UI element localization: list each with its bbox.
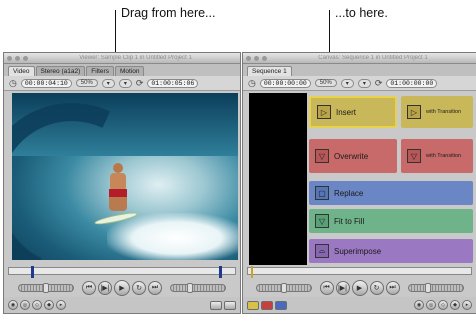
- superimpose-icon: ⌓: [315, 244, 329, 258]
- fit-to-fill-label: Fit to Fill: [334, 216, 365, 226]
- fit-to-fill-overlay[interactable]: ▽ Fit to Fill: [309, 209, 473, 233]
- prev-edit-button[interactable]: ⏮: [82, 281, 96, 295]
- clock-icon: ◷: [9, 77, 17, 88]
- wave-foam: [107, 213, 238, 260]
- viewer-title: Viewer: Sample Clip 1 in Untitled Projec…: [79, 55, 192, 61]
- tab-stereo[interactable]: Stereo (a1a2): [35, 66, 86, 76]
- viewer-controls: ◷ 00:00:04:10 50% ▾ ▾ ⟳ 01:00:05:06: [4, 76, 240, 91]
- canvas-shuttle-control[interactable]: [255, 283, 312, 293]
- superimpose-overlay[interactable]: ⌓ Superimpose: [309, 239, 473, 263]
- clock-icon: ◷: [248, 77, 256, 88]
- mark-clip-button[interactable]: ◎: [20, 300, 30, 310]
- overwrite-with-transition-overlay[interactable]: ▽ with Transition: [401, 139, 473, 173]
- insert-icon: ▷: [317, 105, 331, 119]
- zoom-dot-icon[interactable]: [262, 55, 267, 61]
- viewer-tabs: Video Stereo (a1a2) Filters Motion: [4, 64, 240, 76]
- next-edit-button[interactable]: ⏭: [385, 281, 400, 295]
- zoom-dot-icon[interactable]: [23, 55, 28, 61]
- canvas-duration-timecode[interactable]: 00:00:00:00: [259, 78, 311, 88]
- match-frame-button[interactable]: ◉: [8, 300, 18, 310]
- add-marker-button[interactable]: ◆: [450, 300, 460, 310]
- viewer-current-timecode[interactable]: 01:00:05:06: [147, 78, 199, 88]
- minimize-dot-icon[interactable]: [15, 55, 20, 61]
- overwrite-overlay[interactable]: ▽ Overwrite: [309, 139, 397, 173]
- viewer-scrubber-bar[interactable]: [8, 266, 236, 278]
- viewer-window: Viewer: Sample Clip 1 in Untitled Projec…: [3, 52, 241, 314]
- canvas-edit-buttons: ◉ ◎ ◇ ◆ ▸: [243, 297, 476, 313]
- canvas-controls: ◷ 00:00:00:00 50% ▾ ▾ ⟳ 01:00:00:00: [243, 76, 476, 91]
- add-keyframe-button[interactable]: ◇: [32, 300, 42, 310]
- play-button[interactable]: ▶: [114, 280, 130, 296]
- insert-overlay[interactable]: ▷ Insert: [309, 96, 397, 128]
- surfer-figure: [107, 163, 129, 211]
- insert-transition-label: with Transition: [426, 109, 462, 115]
- add-marker-button[interactable]: ◆: [44, 300, 54, 310]
- play-around-button[interactable]: ↻: [369, 281, 384, 295]
- replace-icon: ▢: [315, 186, 329, 200]
- insert-label: Insert: [336, 107, 357, 117]
- tab-video[interactable]: Video: [8, 66, 35, 76]
- play-around-button[interactable]: ↻: [132, 281, 146, 295]
- add-keyframe-button[interactable]: ◇: [438, 300, 448, 310]
- viewer-duration-timecode[interactable]: 00:00:04:10: [20, 78, 72, 88]
- prev-edit-button[interactable]: ⏮: [319, 281, 334, 295]
- play-in-out-button[interactable]: |▶|: [335, 281, 350, 295]
- canvas-titlebar[interactable]: Canvas: Sequence 1 in Untitled Project 1: [243, 53, 476, 64]
- next-edit-button[interactable]: ⏭: [148, 281, 162, 295]
- canvas-current-timecode[interactable]: 01:00:00:00: [386, 78, 438, 88]
- fit-to-fill-icon: ▽: [315, 214, 329, 228]
- tab-sequence-1[interactable]: Sequence 1: [247, 66, 292, 76]
- canvas-jog-control[interactable]: [407, 283, 464, 293]
- viewer-overlay-select[interactable]: ▾: [118, 78, 132, 88]
- canvas-tabs: Sequence 1: [243, 64, 476, 76]
- insert-transition-icon: ▷: [407, 105, 421, 119]
- insert-edit-button[interactable]: [247, 300, 259, 310]
- canvas-overlay-select[interactable]: ▾: [357, 78, 371, 88]
- replace-label: Replace: [334, 188, 364, 198]
- generator-button[interactable]: [224, 300, 236, 310]
- playhead-sync-icon[interactable]: ⟳: [136, 78, 144, 89]
- viewer-video-frame[interactable]: [12, 93, 238, 260]
- mark-clip-button[interactable]: ◎: [426, 300, 436, 310]
- tab-motion[interactable]: Motion: [114, 66, 145, 76]
- mark-in-button[interactable]: ▸: [56, 300, 66, 310]
- insert-with-transition-overlay[interactable]: ▷ with Transition: [401, 96, 473, 128]
- close-dot-icon[interactable]: [246, 55, 251, 61]
- superimpose-label: Superimpose: [334, 246, 382, 256]
- close-dot-icon[interactable]: [7, 55, 12, 61]
- viewer-titlebar[interactable]: Viewer: Sample Clip 1 in Untitled Projec…: [4, 53, 240, 64]
- overwrite-transition-label: with Transition: [426, 153, 462, 159]
- replace-edit-button[interactable]: [275, 300, 287, 310]
- play-button[interactable]: ▶: [351, 280, 368, 296]
- play-in-out-button[interactable]: |▶|: [98, 281, 112, 295]
- drag-to-annotation: ...to here.: [335, 6, 388, 20]
- overwrite-edit-button[interactable]: [261, 300, 273, 310]
- viewer-shuttle-control[interactable]: [18, 283, 74, 293]
- recent-clips-button[interactable]: [210, 300, 222, 310]
- playhead-sync-icon[interactable]: ⟳: [375, 78, 383, 89]
- replace-overlay[interactable]: ▢ Replace: [309, 181, 473, 205]
- match-frame-button[interactable]: ◉: [414, 300, 424, 310]
- viewer-view-select[interactable]: ▾: [101, 78, 115, 88]
- viewer-zoom-select[interactable]: 50%: [75, 79, 98, 87]
- overwrite-label: Overwrite: [334, 151, 369, 161]
- canvas-window: Canvas: Sequence 1 in Untitled Project 1…: [242, 52, 476, 314]
- overwrite-transition-icon: ▽: [407, 149, 421, 163]
- minimize-dot-icon[interactable]: [254, 55, 259, 61]
- mark-in-button[interactable]: ▸: [462, 300, 472, 310]
- viewer-marking-controls: ◉ ◎ ◇ ◆ ▸: [4, 297, 240, 313]
- canvas-zoom-select[interactable]: 50%: [314, 79, 337, 87]
- canvas-video-frame[interactable]: [249, 93, 307, 265]
- viewer-jog-control[interactable]: [170, 283, 226, 293]
- tab-filters[interactable]: Filters: [86, 66, 114, 76]
- canvas-scrubber-bar[interactable]: [247, 266, 472, 278]
- canvas-title: Canvas: Sequence 1 in Untitled Project 1: [318, 55, 428, 61]
- overwrite-icon: ▽: [315, 149, 329, 163]
- canvas-view-select[interactable]: ▾: [340, 78, 354, 88]
- drag-from-annotation: Drag from here...: [121, 6, 216, 20]
